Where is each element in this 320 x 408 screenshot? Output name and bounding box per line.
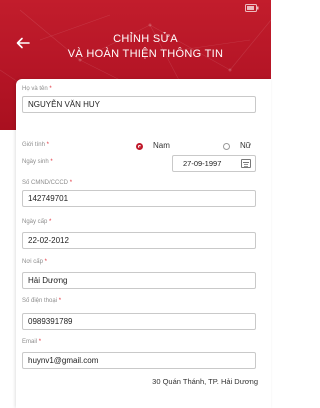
name-field[interactable]: NGUYỄN VĂN HUY <box>22 96 256 113</box>
profile-form: Họ và tên * NGUYỄN VĂN HUY Giới tính * N… <box>16 79 271 408</box>
page-title-line1: CHỈNH SỬA <box>113 33 178 45</box>
dob-value: 27-09-1997 <box>183 159 222 168</box>
gender-row: Giới tính * Nam Nữ <box>16 141 271 155</box>
issue-place-label: Nơi cấp * <box>22 259 47 265</box>
page-title: CHỈNH SỬA VÀ HOÀN THIỆN THÔNG TIN <box>40 32 251 62</box>
email-label: Email * <box>22 339 42 345</box>
dob-label: Ngày sinh * <box>22 159 53 165</box>
status-bar <box>0 0 271 20</box>
issue-date-label: Ngày cấp * <box>22 219 52 225</box>
phone-label: Số điện thoại * <box>22 298 62 304</box>
issue-place-field[interactable]: Hải Dương <box>22 272 256 289</box>
issue-date-field[interactable]: 22-02-2012 <box>22 232 256 249</box>
dob-field[interactable]: 27-09-1997 <box>172 155 256 172</box>
gender-label: Giới tính * <box>22 142 49 148</box>
gender-male-radio[interactable] <box>136 143 143 150</box>
back-button[interactable] <box>16 33 38 53</box>
address-text[interactable]: 30 Quán Thánh, TP. Hải Dương <box>152 377 258 386</box>
battery-icon <box>245 4 259 14</box>
id-number-field[interactable]: 142749701 <box>22 190 256 207</box>
email-field[interactable]: huynv1@gmail.com <box>22 352 256 369</box>
id-number-label: Số CMND/CCCD * <box>22 180 73 186</box>
calendar-icon[interactable] <box>241 159 251 168</box>
gender-female-radio[interactable] <box>223 143 230 150</box>
page-title-line2: VÀ HOÀN THIỆN THÔNG TIN <box>67 48 224 60</box>
name-label: Họ và tên * <box>22 86 52 92</box>
arrow-left-icon <box>16 37 30 49</box>
gender-male-label[interactable]: Nam <box>153 141 170 150</box>
phone-field[interactable]: 0989391789 <box>22 313 256 330</box>
gender-female-label[interactable]: Nữ <box>240 141 251 150</box>
